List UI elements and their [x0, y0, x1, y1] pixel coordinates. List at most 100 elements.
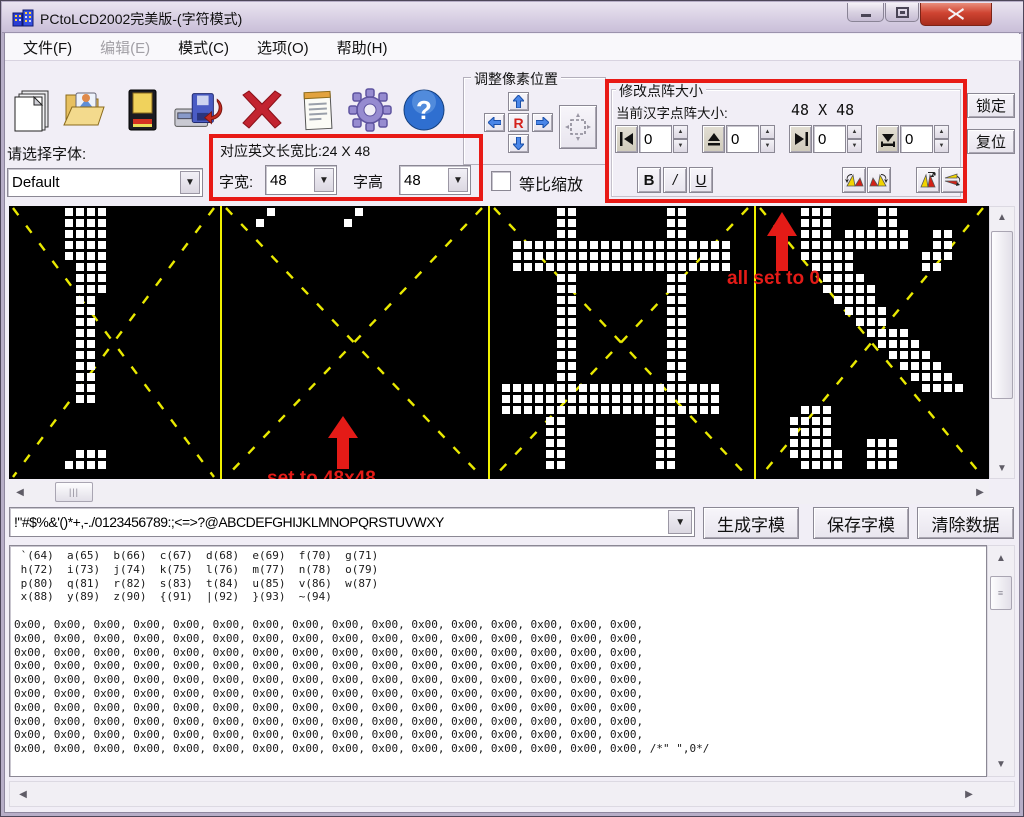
menu-help[interactable]: 帮助(H): [327, 34, 398, 61]
menu-mode[interactable]: 模式(C): [168, 34, 239, 61]
output-scroll-left-button[interactable]: ◀: [14, 785, 32, 803]
matrix-hscroll-thumb[interactable]: |||: [55, 482, 93, 502]
matrix-hscrollbar[interactable]: ◀ ||| ▶: [9, 481, 989, 504]
char-list-value: !"#$%&'()*+,-./0123456789:;<=>?@ABCDEFGH…: [14, 514, 444, 530]
bold-label: B: [644, 172, 655, 189]
matrix-scroll-left-button[interactable]: ◀: [11, 483, 29, 501]
matrix-scroll-up-button[interactable]: ▲: [990, 207, 1014, 227]
char-height-dropdown-arrow[interactable]: ▼: [448, 168, 468, 192]
down-arrow-icon: [513, 137, 524, 150]
matrix-scroll-right-button[interactable]: ▶: [971, 483, 989, 501]
center-glyph-button[interactable]: [559, 105, 597, 149]
move-down-button[interactable]: [508, 134, 529, 153]
save-button[interactable]: [117, 86, 167, 134]
left-edge-icon: [619, 131, 635, 147]
bottom-offset-input[interactable]: 0: [900, 125, 933, 153]
matrix-scroll-down-button[interactable]: ▼: [990, 458, 1014, 478]
italic-button[interactable]: /: [663, 167, 687, 193]
left-spin-up[interactable]: ▲: [673, 125, 688, 139]
flip-vertical-button[interactable]: [916, 167, 940, 193]
top-spin-up[interactable]: ▲: [760, 125, 775, 139]
generate-font-button[interactable]: 生成字模: [703, 507, 799, 539]
maximize-button[interactable]: [885, 3, 919, 22]
move-up-button[interactable]: [508, 92, 529, 111]
rotate-right-button[interactable]: [867, 167, 891, 193]
output-vscroll-thumb[interactable]: ≡: [990, 576, 1012, 610]
minimize-button[interactable]: [847, 3, 884, 22]
bottom-offset-spinner[interactable]: ▲▼: [934, 125, 949, 153]
dot-matrix-canvas[interactable]: set to 48x48 all set to 0: [9, 206, 989, 479]
top-edge-button[interactable]: [702, 125, 725, 153]
menu-edit[interactable]: 编辑(E): [90, 34, 160, 61]
bottom-spin-down[interactable]: ▼: [934, 139, 949, 153]
matrix-vscrollbar[interactable]: ▲ ▼: [989, 206, 1015, 479]
char-width-dropdown-arrow[interactable]: ▼: [314, 168, 334, 192]
italic-label: /: [673, 172, 677, 189]
lock-button[interactable]: 锁定: [967, 93, 1015, 118]
window-title: PCtoLCD2002完美版-(字符模式): [40, 9, 242, 29]
open-file-button[interactable]: [61, 86, 111, 134]
menu-options[interactable]: 选项(O): [247, 34, 319, 61]
output-scroll-up-button[interactable]: ▲: [989, 548, 1013, 568]
right-edge-button[interactable]: [789, 125, 812, 153]
cell-separator: [488, 206, 490, 479]
save-font-button[interactable]: 保存字模: [813, 507, 909, 539]
right-spin-down[interactable]: ▼: [847, 139, 862, 153]
bold-button[interactable]: B: [637, 167, 661, 193]
delete-button[interactable]: [237, 86, 287, 134]
bottom-spin-up[interactable]: ▲: [934, 125, 949, 139]
current-size-label: 当前汉字点阵大小:: [616, 102, 728, 122]
generate-font-label: 生成字模: [717, 511, 785, 536]
help-icon: ?: [401, 87, 447, 133]
new-document-button[interactable]: [7, 86, 57, 134]
move-left-button[interactable]: [484, 113, 505, 132]
underline-button[interactable]: U: [689, 167, 713, 193]
output-hscrollbar[interactable]: ◀ ▶: [9, 781, 1015, 807]
output-scroll-right-button[interactable]: ▶: [960, 785, 978, 803]
right-offset-input[interactable]: 0: [813, 125, 846, 153]
clear-data-button[interactable]: 清除数据: [917, 507, 1014, 539]
scale-checkbox[interactable]: [491, 171, 511, 191]
notes-button[interactable]: [293, 86, 343, 134]
font-select-value: Default: [12, 174, 60, 191]
output-vscrollbar[interactable]: ▲ ≡ ▼: [987, 545, 1015, 777]
char-list-combobox[interactable]: !"#$%&'()*+,-./0123456789:;<=>?@ABCDEFGH…: [9, 507, 695, 537]
right-offset-spinner[interactable]: ▲▼: [847, 125, 862, 153]
output-textarea[interactable]: `(64) a(65) b(66) c(67) d(68) e(69) f(70…: [9, 545, 987, 777]
rotate-left-button[interactable]: [842, 167, 866, 193]
char-list-dropdown-arrow[interactable]: ▼: [668, 510, 692, 534]
title-bar[interactable]: PCtoLCD2002完美版-(字符模式): [2, 2, 1024, 33]
font-select-dropdown-arrow[interactable]: ▼: [180, 171, 200, 194]
close-icon: [947, 7, 965, 21]
reset-button[interactable]: 复位: [967, 129, 1015, 154]
move-right-button[interactable]: [532, 113, 553, 132]
output-scroll-down-button[interactable]: ▼: [989, 754, 1013, 774]
close-button[interactable]: [920, 3, 992, 26]
bottom-edge-button[interactable]: [876, 125, 899, 153]
char-width-combobox[interactable]: 48 ▼: [265, 165, 337, 195]
flip-horizontal-button[interactable]: [941, 167, 965, 193]
top-offset-spinner[interactable]: ▲▼: [760, 125, 775, 153]
right-spin-up[interactable]: ▲: [847, 125, 862, 139]
save-as-button[interactable]: [173, 86, 223, 134]
left-edge-button[interactable]: [615, 125, 638, 153]
delete-icon: [237, 87, 287, 133]
left-offset-spinner[interactable]: ▲▼: [673, 125, 688, 153]
char-height-combobox[interactable]: 48 ▼: [399, 165, 471, 195]
left-spin-down[interactable]: ▼: [673, 139, 688, 153]
top-spin-down[interactable]: ▼: [760, 139, 775, 153]
left-offset-input[interactable]: 0: [639, 125, 672, 153]
reset-position-button[interactable]: R: [508, 113, 529, 132]
cell-separator: [754, 206, 756, 479]
matrix-vscroll-thumb[interactable]: [991, 231, 1013, 399]
font-select-combobox[interactable]: Default ▼: [7, 168, 203, 197]
rotate-right-icon: [869, 170, 889, 190]
app-window: PCtoLCD2002完美版-(字符模式) 文件(F) 编辑(E) 模式(C) …: [0, 0, 1024, 817]
lock-label: 锁定: [976, 95, 1006, 116]
output-text: `(64) a(65) b(66) c(67) d(68) e(69) f(70…: [14, 549, 986, 756]
help-button[interactable]: ?: [399, 86, 449, 134]
settings-button[interactable]: [345, 86, 395, 134]
top-offset-input[interactable]: 0: [726, 125, 759, 153]
menu-file[interactable]: 文件(F): [13, 34, 82, 61]
open-file-icon: [62, 87, 110, 133]
